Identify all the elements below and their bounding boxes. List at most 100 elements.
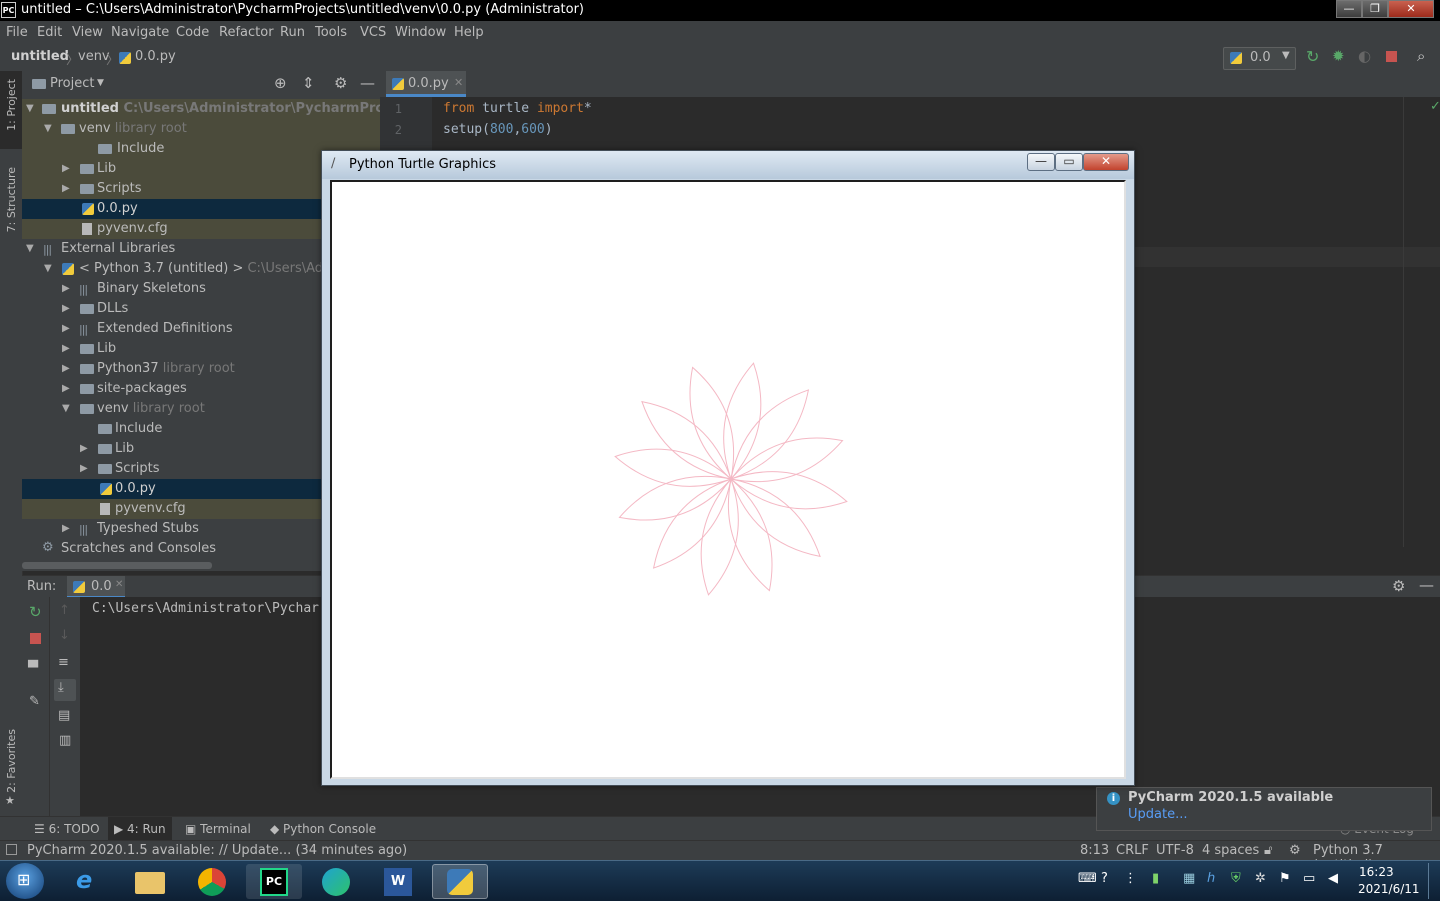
turtle-close-button[interactable]: ✕ xyxy=(1083,153,1129,171)
rerun-icon[interactable]: ↻ xyxy=(29,603,42,621)
trash-icon[interactable]: ▥ xyxy=(59,733,71,748)
expand-arrow-icon[interactable]: ▶ xyxy=(62,523,70,534)
menu-vcs[interactable]: VCS xyxy=(360,25,386,40)
pin-icon[interactable]: ✎ xyxy=(29,694,40,709)
run-tool-tab[interactable]: ▶ 4: Run xyxy=(108,817,172,841)
expand-arrow-icon[interactable]: ▼ xyxy=(26,103,34,114)
search-icon[interactable]: ⌕ xyxy=(1417,47,1425,65)
update-link[interactable]: Update... xyxy=(1128,807,1187,822)
tray-expand-icon[interactable]: ⋮ xyxy=(1124,871,1137,886)
toggle-tool-windows-icon[interactable] xyxy=(6,844,17,855)
expand-arrow-icon[interactable]: ▼ xyxy=(26,243,34,254)
project-view-selector[interactable]: Project xyxy=(50,76,94,91)
editor-tab-file[interactable]: 0.0.py ✕ xyxy=(386,71,466,97)
network-tray-icon[interactable]: ▦ xyxy=(1183,871,1195,886)
hp-icon[interactable]: ℎ xyxy=(1207,871,1215,886)
taskbar-python[interactable] xyxy=(432,864,488,899)
clock-time[interactable]: 16:23 xyxy=(1359,865,1394,879)
menu-window[interactable]: Window xyxy=(395,25,446,40)
expand-arrow-icon[interactable]: ▶ xyxy=(62,323,70,334)
breadcrumb-venv[interactable]: venv xyxy=(78,49,110,64)
hide-panel-icon[interactable]: — xyxy=(360,74,375,92)
menu-tools[interactable]: Tools xyxy=(315,25,347,40)
turtle-canvas[interactable] xyxy=(330,180,1126,779)
horizontal-scrollbar[interactable] xyxy=(22,562,212,569)
breadcrumb-file[interactable]: 0.0.py xyxy=(135,49,176,64)
todo-tab[interactable]: ☰ 6: TODO xyxy=(34,822,100,836)
turtle-window-title-bar[interactable]: ∕ Python Turtle Graphics — ▭ ✕ xyxy=(322,151,1134,179)
file-encoding[interactable]: UTF-8 xyxy=(1156,843,1194,858)
turtle-maximize-button[interactable]: ▭ xyxy=(1055,153,1083,171)
structure-tool-tab[interactable]: 7: Structure xyxy=(5,167,18,232)
action-center-flag-icon[interactable]: ⚑ xyxy=(1279,871,1291,886)
volume-icon[interactable]: ◀ xyxy=(1328,871,1338,886)
arrow-down-icon[interactable]: ↓ xyxy=(59,628,70,643)
gear-icon[interactable]: ⚙ xyxy=(1392,577,1405,595)
minimize-button[interactable]: — xyxy=(1336,0,1362,18)
project-tool-tab[interactable]: 1: Project xyxy=(0,71,22,149)
taskbar-ie[interactable]: e xyxy=(60,864,116,899)
show-desktop-button[interactable] xyxy=(1428,863,1439,899)
locate-icon[interactable]: ⊕ xyxy=(274,74,287,92)
status-message[interactable]: PyCharm 2020.1.5 available: // Update...… xyxy=(27,843,407,858)
indent-setting[interactable]: 4 spaces xyxy=(1202,843,1259,858)
menu-navigate[interactable]: Navigate xyxy=(111,25,169,40)
expand-arrow-icon[interactable]: ▼ xyxy=(62,403,70,414)
menu-refactor[interactable]: Refactor xyxy=(219,25,274,40)
maximize-button[interactable]: ❐ xyxy=(1362,0,1388,18)
taskbar-word[interactable]: W xyxy=(370,864,426,899)
help-icon[interactable]: ? xyxy=(1101,871,1108,886)
lock-icon[interactable]: 🔓︎ xyxy=(1264,843,1272,858)
python-console-tab[interactable]: ◆ Python Console xyxy=(270,822,376,836)
menu-file[interactable]: File xyxy=(6,25,28,40)
start-button[interactable]: ⊞ xyxy=(6,863,44,899)
close-tab-icon[interactable]: ✕ xyxy=(115,579,123,590)
collapse-all-icon[interactable]: ⇕ xyxy=(302,74,315,92)
expand-arrow-icon[interactable]: ▶ xyxy=(62,183,70,194)
line-separator[interactable]: CRLF xyxy=(1116,843,1149,858)
soft-wrap-icon[interactable]: ≡ xyxy=(58,655,69,670)
stop-icon[interactable] xyxy=(30,633,41,644)
hide-panel-icon[interactable]: — xyxy=(1419,576,1434,594)
expand-arrow-icon[interactable]: ▶ xyxy=(62,163,70,174)
scroll-to-end-button[interactable]: ⤓ xyxy=(54,679,76,701)
expand-arrow-icon[interactable]: ▶ xyxy=(62,363,70,374)
favorites-tool-tab[interactable]: 2: Favorites xyxy=(5,729,18,793)
expand-arrow-icon[interactable]: ▼ xyxy=(44,123,52,134)
caret-position[interactable]: 8:13 xyxy=(1080,843,1109,858)
expand-arrow-icon[interactable]: ▶ xyxy=(80,463,88,474)
battery-icon[interactable]: ▮ xyxy=(1152,871,1159,886)
menu-view[interactable]: View xyxy=(72,25,103,40)
chevron-down-icon[interactable]: ▼ xyxy=(97,78,104,88)
menu-code[interactable]: Code xyxy=(176,25,209,40)
rerun-icon[interactable]: ↻ xyxy=(1306,47,1319,66)
clock-date[interactable]: 2021/6/11 xyxy=(1358,882,1420,896)
taskbar-edge[interactable] xyxy=(308,864,364,899)
keyboard-icon[interactable]: ⌨ xyxy=(1078,871,1097,886)
breadcrumb-project[interactable]: untitled xyxy=(11,49,69,64)
taskbar-chrome[interactable] xyxy=(184,864,240,899)
gear-icon[interactable]: ⚙ xyxy=(334,74,347,92)
expand-arrow-icon[interactable]: ▶ xyxy=(62,303,70,314)
print-icon[interactable]: ▤ xyxy=(58,708,70,723)
close-tab-icon[interactable]: ✕ xyxy=(454,76,463,89)
tree-row-untitled[interactable]: ▼ untitled C:\Users\Administrator\Pychar… xyxy=(22,99,459,119)
expand-arrow-icon[interactable]: ▼ xyxy=(44,263,52,274)
expand-arrow-icon[interactable]: ▶ xyxy=(80,443,88,454)
run-config-selector[interactable]: 0.0 ▼ xyxy=(1223,47,1296,70)
turtle-minimize-button[interactable]: — xyxy=(1027,153,1055,171)
tray-app-icon[interactable]: ✲ xyxy=(1255,871,1266,886)
run-tab[interactable]: 0.0 ✕ xyxy=(67,576,125,598)
display-icon[interactable]: ▭ xyxy=(1303,871,1315,886)
expand-arrow-icon[interactable]: ▶ xyxy=(62,383,70,394)
arrow-up-icon[interactable]: ↑ xyxy=(59,603,70,618)
menu-run[interactable]: Run xyxy=(280,25,305,40)
menu-edit[interactable]: Edit xyxy=(37,25,62,40)
taskbar-pycharm[interactable]: PC xyxy=(246,864,302,899)
close-button[interactable]: ✕ xyxy=(1388,0,1434,18)
expand-arrow-icon[interactable]: ▶ xyxy=(62,283,70,294)
expand-arrow-icon[interactable]: ▶ xyxy=(62,343,70,354)
stop-icon[interactable] xyxy=(1386,51,1397,62)
terminal-tab[interactable]: ▣ Terminal xyxy=(185,822,251,836)
debug-icon[interactable]: ✹ xyxy=(1332,47,1345,65)
